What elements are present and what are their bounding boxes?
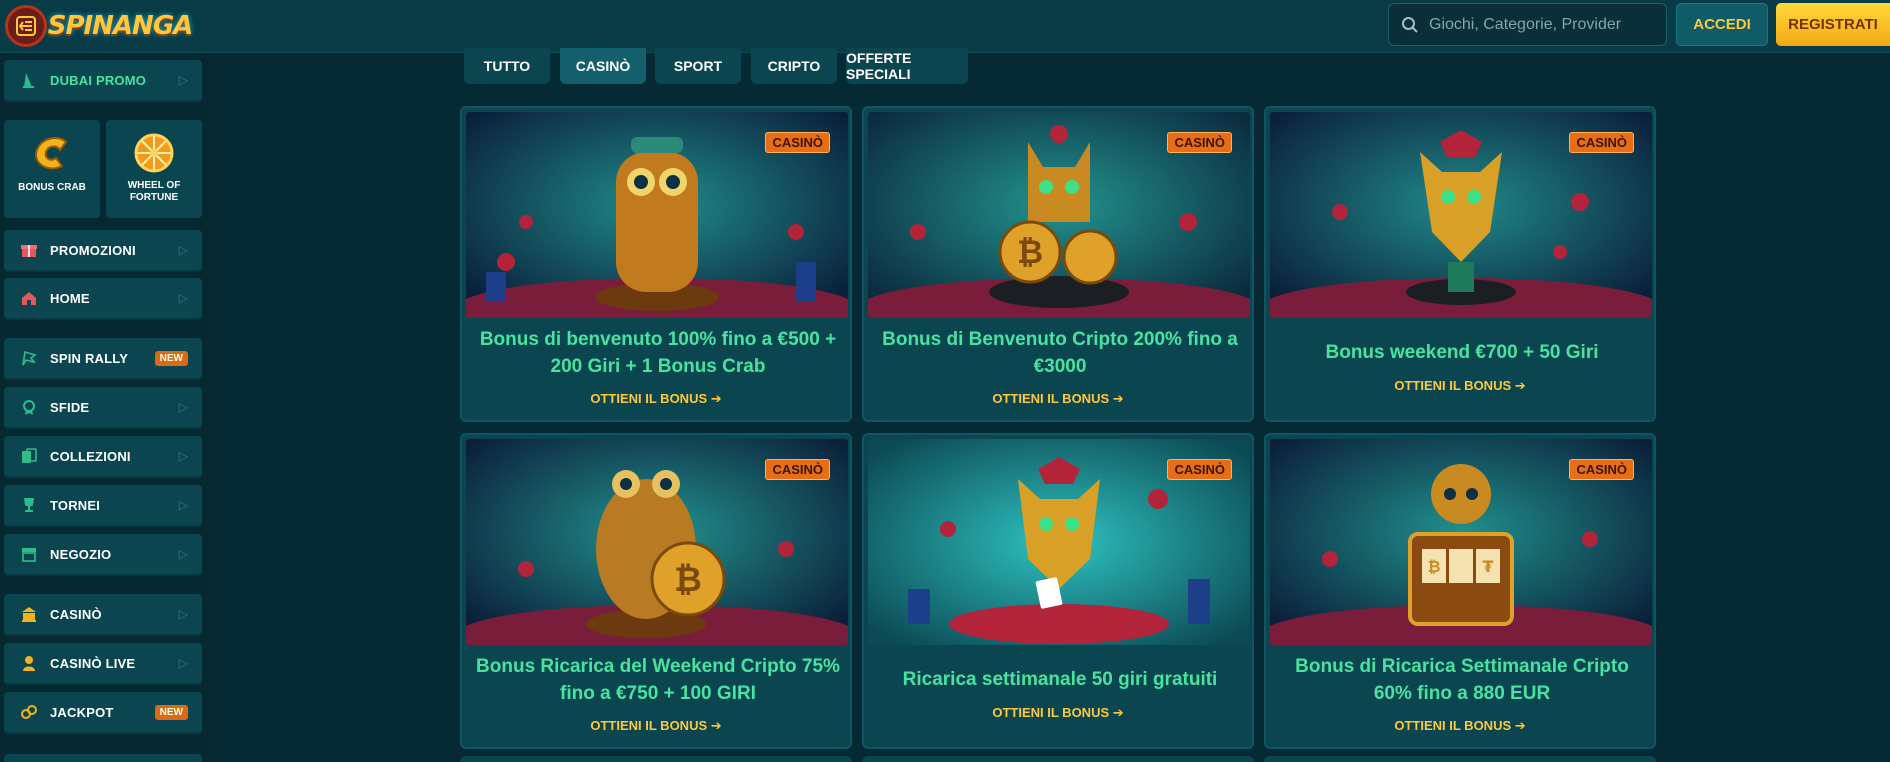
new-badge: NEW [154,350,188,366]
menu-collapse-icon [16,16,36,36]
promo-title: Bonus di benvenuto 100% fino a €500 + 20… [479,329,837,377]
sidebar-item-promozioni[interactable]: PROMOZIONI ▷ [4,230,202,272]
promo-card[interactable]: CASINÒ Bonus di benvenuto 100% fino a €5… [460,106,852,422]
chevron-right-icon: ▷ [178,291,188,305]
wheel-icon [134,133,174,173]
promo-card[interactable]: ₿ ₮ CASINÒ Bonus di Ricarica Settimanale… [1264,433,1656,749]
promo-title: Bonus di Ricarica Settimanale Cripto 60%… [1295,656,1629,704]
shop-icon [18,543,40,565]
promo-title: Bonus weekend €700 + 50 Giri [1325,342,1599,363]
sidebar-item-label: JACKPOT [50,704,114,720]
sidebar-item-label: NEGOZIO [50,546,112,562]
cards-icon [18,445,40,467]
login-button[interactable]: ACCEDI [1676,3,1768,46]
sidebar-item-label: CASINÒ [50,606,102,622]
crab-claw-icon [34,137,68,170]
tile-bonus-crab[interactable]: BONUS CRAB [4,120,100,218]
logo-text: SPINANGA [47,11,194,41]
sidebar-item-label: SPIN RALLY [50,350,129,366]
spinanga-logo[interactable]: SPINANGA [48,2,194,50]
sidebar-tiles: BONUS CRAB WHEEL OF FORTUNE [4,120,204,220]
tab-sport[interactable]: SPORT [655,48,741,84]
get-bonus-link[interactable]: OTTIENI IL BONUS ➔ [1266,378,1654,394]
get-bonus-link[interactable]: OTTIENI IL BONUS ➔ [864,705,1252,721]
sidebar-item-collezioni[interactable]: COLLEZIONI ▷ [4,436,202,478]
tab-offerte-speciali[interactable]: OFFERTE SPECIALI [846,48,968,84]
promo-title: Ricarica settimanale 50 giri gratuiti [902,669,1218,690]
tab-casino[interactable]: CASINÒ [560,48,646,84]
chevron-right-icon: ▷ [178,656,188,670]
chevron-right-icon: ▷ [178,607,188,621]
get-bonus-link[interactable]: OTTIENI IL BONUS ➔ [864,391,1252,407]
sidebar-item-label: SFIDE [50,399,90,415]
register-button[interactable]: REGISTRATI [1776,3,1890,46]
get-bonus-link[interactable]: OTTIENI IL BONUS ➔ [462,718,850,734]
promo-card-partial [460,756,852,762]
sail-icon [18,69,40,91]
sidebar-item-home[interactable]: HOME ▷ [4,278,202,320]
sidebar-item-tornei[interactable]: TORNEI ▷ [4,485,202,527]
casino-badge: CASINÒ [765,132,830,153]
promo-card-partial [1264,756,1656,762]
chevron-right-icon: ▷ [178,73,188,87]
gift-icon [18,239,40,261]
sidebar-item-casino[interactable]: CASINÒ ▷ [4,594,202,636]
search-input[interactable] [1429,15,1659,34]
promo-title: Bonus di Benvenuto Cripto 200% fino a €3… [882,329,1238,377]
promo-card[interactable]: CASINÒ Bonus weekend €700 + 50 Giri OTTI… [1264,106,1656,422]
sidebar-item-negozio[interactable]: NEGOZIO ▷ [4,534,202,576]
sidebar-item-label: TORNEI [50,497,101,513]
sidebar-item-label: HOME [50,290,90,306]
dealer-icon [18,652,40,674]
chevron-right-icon: ▷ [178,449,188,463]
get-bonus-link[interactable]: OTTIENI IL BONUS ➔ [1266,718,1654,734]
svg-text:₿: ₿ [1017,233,1043,271]
tab-tutto[interactable]: TUTTO [464,48,550,84]
sidebar-item-label: PROMOZIONI [50,242,136,258]
chevron-right-icon: ▷ [178,498,188,512]
menu-toggle-button[interactable] [5,5,47,47]
tab-cripto[interactable]: CRIPTO [751,48,837,84]
promo-card-partial [862,756,1254,762]
casino-building-icon [18,603,40,625]
promo-title: Bonus Ricarica del Weekend Cripto 75% fi… [476,656,840,704]
search-icon [1402,16,1418,33]
casino-badge: CASINÒ [1167,459,1232,480]
svg-text:₿: ₿ [1427,557,1440,576]
casino-badge: CASINÒ [1167,132,1232,153]
sidebar-item-spin-rally[interactable]: SPIN RALLY NEW [4,338,202,380]
svg-text:₮: ₮ [1482,557,1493,576]
promo-card[interactable]: CASINÒ Ricarica settimanale 50 giri grat… [862,433,1254,749]
sidebar-item-label: COLLEZIONI [50,448,131,464]
casino-badge: CASINÒ [765,459,830,480]
svg-text:₿: ₿ [674,560,702,600]
search-box[interactable] [1388,3,1667,46]
new-badge: NEW [154,704,188,720]
tile-label: BONUS CRAB [18,182,86,193]
sidebar-item-label: DUBAI PROMO [50,72,147,88]
chevron-right-icon: ▷ [178,243,188,257]
tile-label: WHEEL OF FORTUNE [127,180,181,203]
sidebar: DUBAI PROMO ▷ BONUS CRAB WHEEL OF FORTUN… [0,54,210,762]
get-bonus-link[interactable]: OTTIENI IL BONUS ➔ [462,391,850,407]
casino-badge: CASINÒ [1569,459,1634,480]
sidebar-item-sfide[interactable]: SFIDE ▷ [4,387,202,429]
chevron-right-icon: ▷ [178,400,188,414]
flag-icon [18,347,40,369]
sidebar-item-partial [4,754,202,762]
sidebar-item-label: CASINÒ LIVE [50,655,136,671]
top-header: SPINANGA ACCEDI REGISTRATI [0,0,1890,53]
home-icon [18,287,40,309]
casino-badge: CASINÒ [1569,132,1634,153]
trophy-icon [18,494,40,516]
tile-wheel-of-fortune[interactable]: WHEEL OF FORTUNE [106,120,202,218]
promo-card[interactable]: ₿ CASINÒ Bonus Ricarica del Weekend Crip… [460,433,852,749]
coins-icon [18,701,40,723]
sidebar-item-dubai-promo[interactable]: DUBAI PROMO ▷ [4,60,202,102]
medal-icon [18,396,40,418]
promo-card[interactable]: ₿ CASINÒ Bonus di Benvenuto Cripto 200% … [862,106,1254,422]
chevron-right-icon: ▷ [178,547,188,561]
sidebar-item-jackpot[interactable]: JACKPOT NEW [4,692,202,734]
sidebar-item-casino-live[interactable]: CASINÒ LIVE ▷ [4,643,202,685]
